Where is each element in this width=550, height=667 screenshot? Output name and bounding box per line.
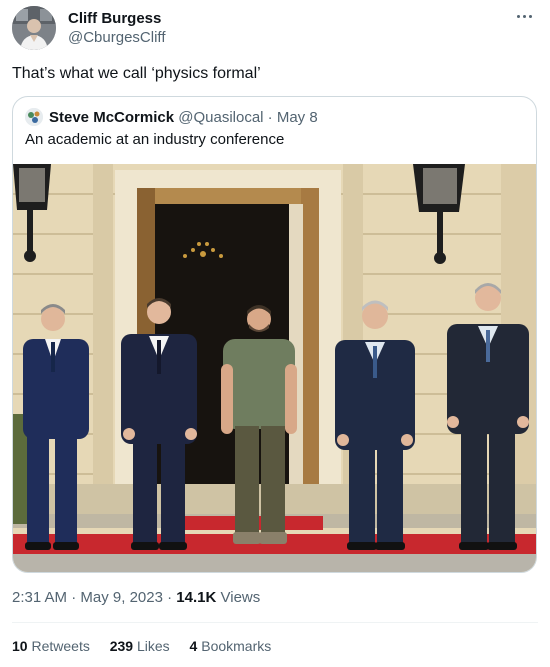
tweet-date[interactable]: May 9, 2023	[80, 589, 163, 606]
quoted-header: Steve McCormick @Quasilocal · May 8	[49, 109, 318, 126]
author-avatar[interactable]	[12, 6, 56, 50]
meta-separator: ·	[71, 589, 77, 606]
tweet-metadata: 2:31 AM · May 9, 2023 · 14.1K Views	[12, 589, 260, 606]
quoted-author-name[interactable]: Steve McCormick	[49, 109, 174, 126]
author-handle[interactable]: @CburgesCliff	[68, 29, 166, 46]
views-count: 14.1K	[176, 589, 217, 606]
quoted-text: An academic at an industry conference	[25, 131, 285, 148]
likes-label: Likes	[136, 638, 170, 654]
retweets-count: 10	[12, 638, 28, 654]
quoted-author-handle[interactable]: @Quasilocal	[178, 109, 263, 126]
likes-count: 239	[109, 638, 134, 654]
likes-stat[interactable]: 239 Likes	[110, 638, 170, 654]
quoted-tweet[interactable]: Steve McCormick @Quasilocal · May 8 An a…	[12, 96, 537, 573]
tweet: Cliff Burgess @CburgesCliff That’s what …	[0, 0, 550, 667]
divider	[12, 622, 538, 623]
retweets-stat[interactable]: 10 Retweets	[12, 638, 90, 654]
quoted-separator: ·	[267, 109, 273, 126]
engagement-stats: 10 Retweets 239 Likes 4 Bookmarks	[12, 638, 287, 654]
views-label: Views	[220, 589, 261, 606]
retweets-label: Retweets	[31, 638, 90, 654]
author-name[interactable]: Cliff Burgess	[68, 10, 161, 27]
bookmarks-stat[interactable]: 4 Bookmarks	[190, 638, 272, 654]
quoted-author-avatar[interactable]	[25, 108, 43, 126]
bookmarks-count: 4	[189, 638, 198, 654]
tweet-text: That’s what we call ‘physics formal’	[12, 65, 261, 82]
quoted-photo[interactable]	[13, 164, 536, 572]
quoted-date[interactable]: May 8	[277, 109, 318, 126]
more-options-icon[interactable]	[512, 8, 536, 24]
meta-separator: ·	[167, 589, 173, 606]
tweet-time[interactable]: 2:31 AM	[12, 589, 67, 606]
bookmarks-label: Bookmarks	[201, 638, 272, 654]
